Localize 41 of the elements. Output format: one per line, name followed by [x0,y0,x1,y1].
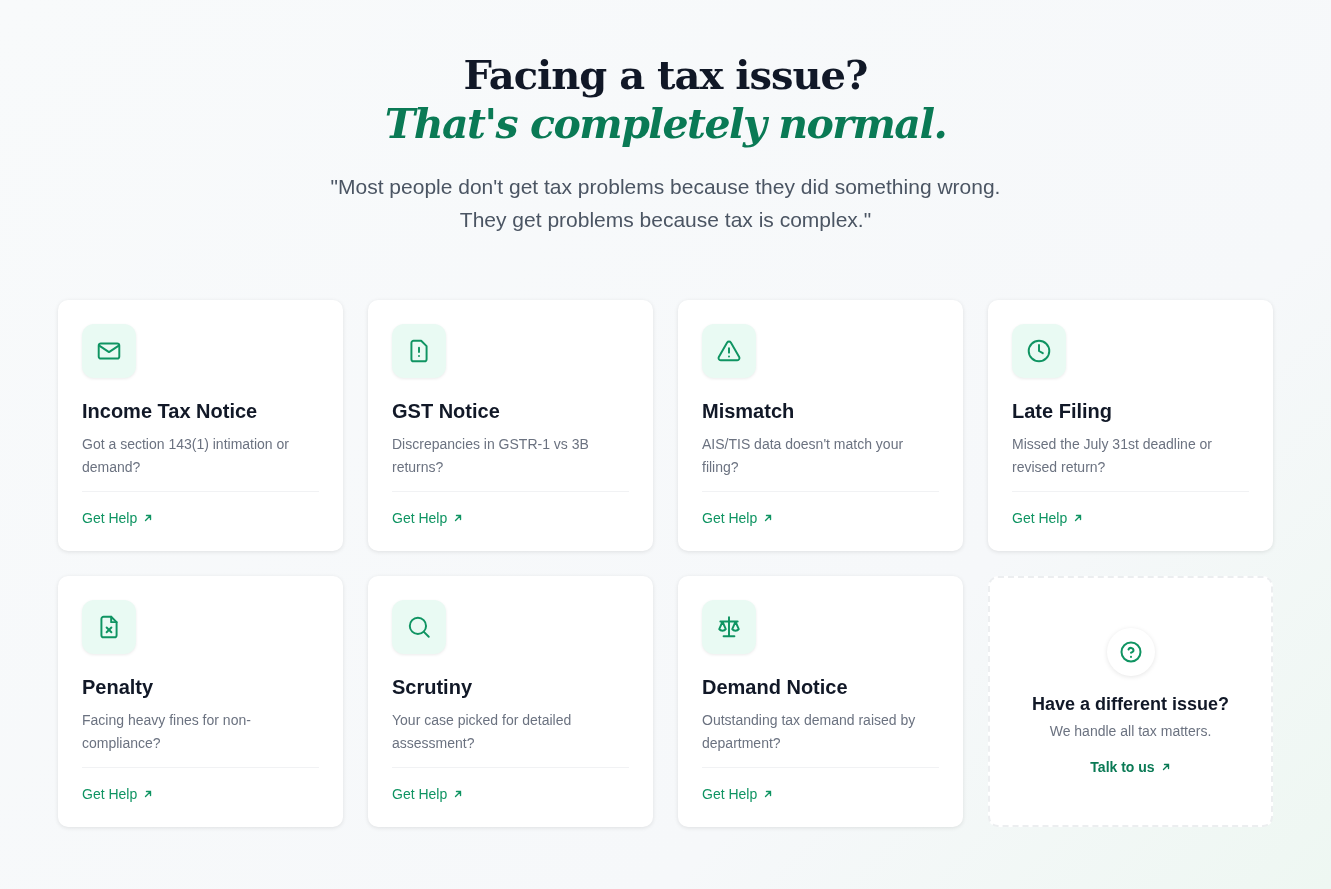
card-description: AIS/TIS data doesn't match your filing? [702,435,905,477]
card-description: Got a section 143(1) intimation or demand? [82,435,290,477]
arrow-icon [453,789,464,799]
search-icon [406,614,432,640]
card-title: Have a different issue? [1031,693,1230,716]
card-description: Facing heavy fines for non-compliance? [82,711,252,753]
arrow-icon [453,513,464,523]
get-help-link[interactable]: Get Help [392,784,464,804]
card-title: Demand Notice [702,675,849,700]
arrow-icon [763,513,774,523]
get-help-link[interactable]: Get Help [702,508,774,528]
scales-icon [716,614,742,640]
card-description: We handle all tax matters. [1049,722,1212,741]
get-help-link[interactable]: Get Help [392,508,464,528]
quote-line: "Most people don't get tax problems because they did something wrong. [330,174,1001,200]
get-help-link[interactable]: Get Help [82,508,154,528]
question-circle-icon [1118,640,1143,664]
quote-line: They get problems because tax is complex." [459,207,872,233]
card-title: Income Tax Notice [82,399,259,424]
card-title: Penalty [82,675,155,700]
card-title: Late Filing [1012,399,1113,424]
talk-to-us-link[interactable]: Talk to us [1090,757,1171,777]
get-help-link[interactable]: Get Help [82,784,154,804]
warning-triangle-icon [716,338,742,364]
get-help-link[interactable]: Get Help [1012,508,1084,528]
clock-icon [1026,338,1052,364]
card-description: Missed the July 31st deadline or revised return? [1012,435,1213,477]
card-title: GST Notice [392,399,501,424]
card-description: Your case picked for detailed assessment? [392,711,573,753]
arrow-icon [1160,762,1171,772]
arrow-icon [143,789,154,799]
card-title: Mismatch [702,399,796,424]
card-description: Outstanding tax demand raised by department? [702,711,917,753]
card-description: Discrepancies in GSTR-1 vs 3B returns? [392,435,590,477]
card-title: Scrutiny [392,675,474,700]
heading: Facing a tax issue? [463,50,868,100]
arrow-icon [1073,513,1084,523]
get-help-link[interactable]: Get Help [702,784,774,804]
subheading: That's completely normal. [384,100,947,148]
arrow-icon [763,789,774,799]
arrow-icon [143,513,154,523]
